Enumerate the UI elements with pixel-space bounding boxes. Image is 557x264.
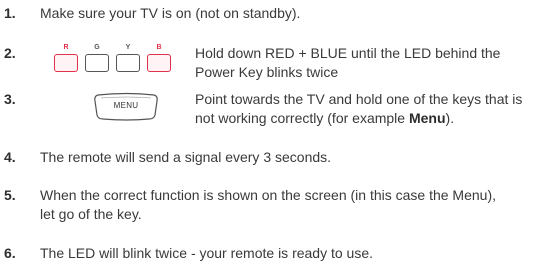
blue-key-label: B xyxy=(156,44,162,51)
step-text-line: not working correctly (for example Menu)… xyxy=(195,109,550,128)
step-text: Hold down RED + BLUE until the LED behin… xyxy=(195,44,550,82)
green-key-icon xyxy=(85,54,109,72)
menu-key-illustration: MENU xyxy=(92,91,160,121)
step-text-line: When the correct function is shown on th… xyxy=(40,187,497,203)
step-text: The LED will blink twice - your remote i… xyxy=(40,245,374,261)
color-keys-illustration: R G Y B xyxy=(54,44,194,74)
step-number: 3. xyxy=(4,91,16,107)
blue-key-icon xyxy=(147,54,171,72)
step-text: When the correct function is shown on th… xyxy=(40,186,550,224)
step-text-line: Hold down RED + BLUE until the LED behin… xyxy=(195,45,501,61)
step-text: The remote will send a signal every 3 se… xyxy=(40,149,332,165)
step-number: 6. xyxy=(4,245,16,261)
step-number: 5. xyxy=(4,187,16,203)
red-key-icon xyxy=(54,54,78,72)
step-number: 1. xyxy=(4,5,16,21)
red-key-label: R xyxy=(63,44,69,51)
step-number: 4. xyxy=(4,149,16,165)
step-number: 2. xyxy=(4,45,16,61)
green-key-label: G xyxy=(94,44,100,51)
step-text: Make sure your TV is on (not on standby)… xyxy=(40,5,301,21)
step-text-line: Power Key blinks twice xyxy=(195,64,339,80)
step-text: Point towards the TV and hold one of the… xyxy=(195,90,550,128)
step-text-end: ). xyxy=(445,110,455,126)
yellow-key-icon xyxy=(116,54,140,72)
yellow-key-label: Y xyxy=(125,44,131,51)
step-text-line: Point towards the TV and hold one of the… xyxy=(195,91,523,107)
step-text-line: let go of the key. xyxy=(40,206,142,222)
step-text-bold: Menu xyxy=(408,110,446,126)
step-text-plain: not working correctly (for example xyxy=(195,110,409,126)
menu-key-label: MENU xyxy=(113,101,139,110)
